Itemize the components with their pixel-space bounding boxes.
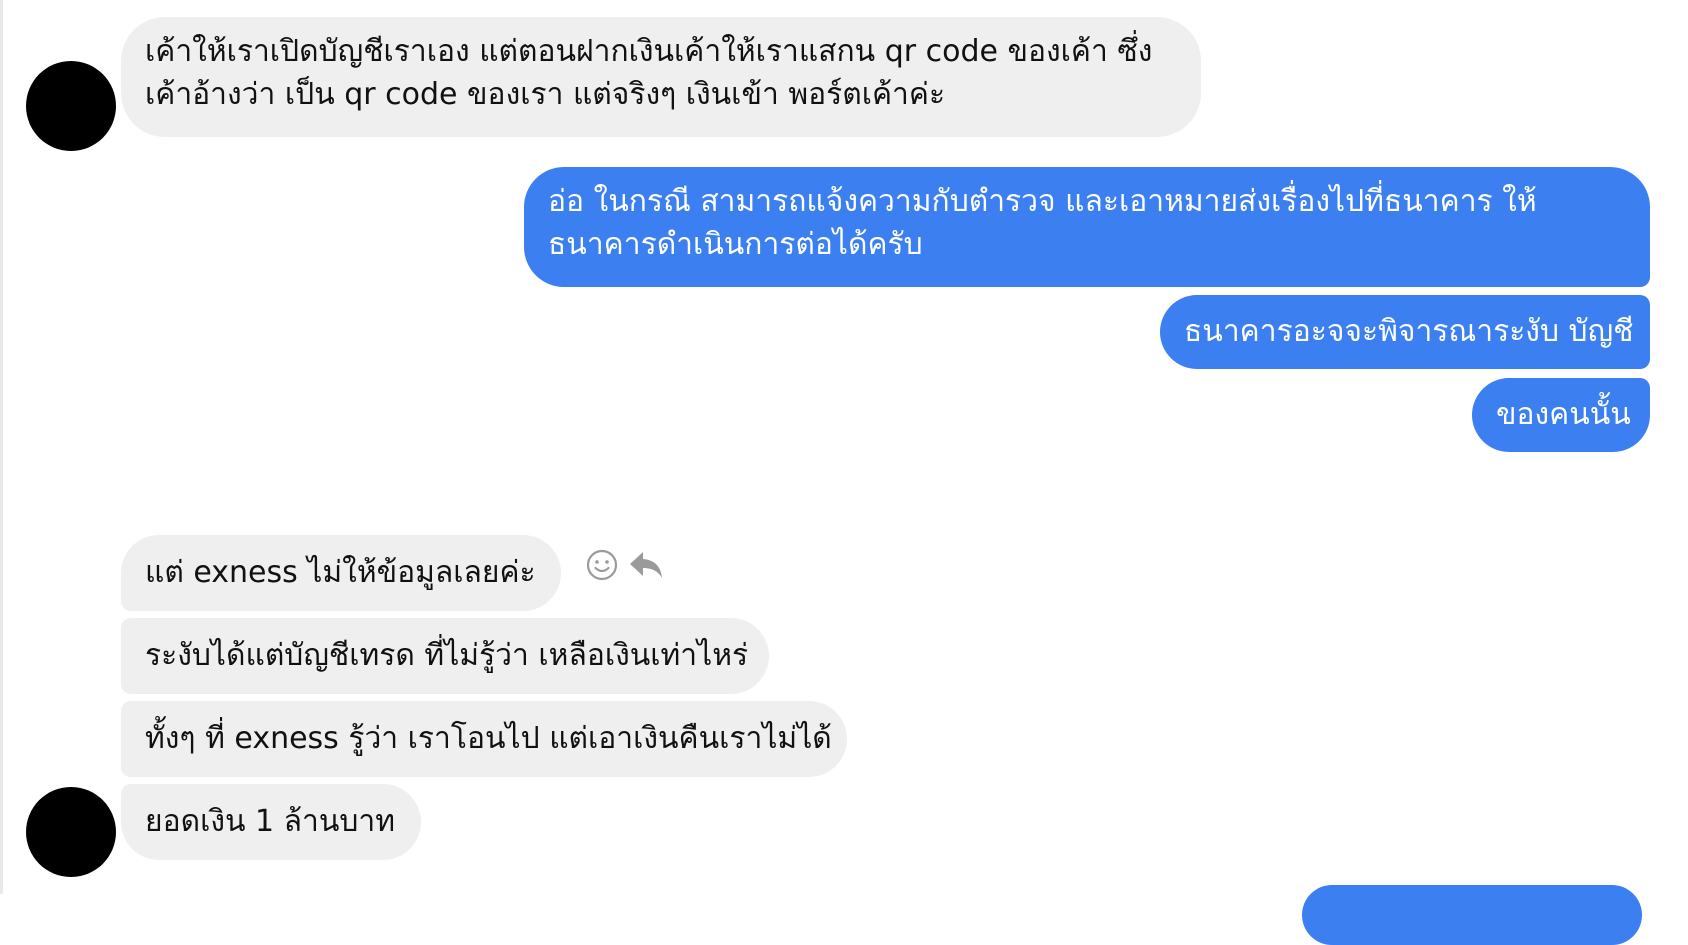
message-line: ยอดเงิน 1 ล้านบาท [145,804,396,839]
message-bubble-incoming[interactable]: แต่ exness ไม่ให้ข้อมูลเลยค่ะ [121,535,561,611]
message-line: ระงับได้แต่บัญชีเทรด ที่ไม่รู้ว่า เหลือเ… [145,638,749,673]
window-edge [0,0,3,894]
message-line: ทั้งๆ ที่ exness รู้ว่า เราโอนไป แต่เอาเ… [145,721,832,756]
message-bubble-incoming[interactable]: ระงับได้แต่บัญชีเทรด ที่ไม่รู้ว่า เหลือเ… [121,618,769,694]
message-bubble-incoming[interactable]: ทั้งๆ ที่ exness รู้ว่า เราโอนไป แต่เอาเ… [121,701,847,777]
message-line: ของคนนั้น [1496,397,1631,432]
avatar[interactable] [26,787,116,877]
message-bubble-incoming[interactable]: เค้าให้เราเปิดบัญชีเราเอง แต่ตอนฝากเงินเ… [121,17,1201,137]
reply-icon[interactable] [626,545,666,585]
message-line: อ่อ ในกรณี สามารถแจ้งความกับตำรวจ และเอา… [548,184,1537,219]
smiley-icon[interactable] [582,545,622,585]
message-line: ธนาคารดำเนินการต่อได้ครับ [548,227,923,262]
avatar[interactable] [26,61,116,151]
message-bubble-outgoing[interactable]: ของคนนั้น [1472,378,1650,452]
message-line: เค้าให้เราเปิดบัญชีเราเอง แต่ตอนฝากเงินเ… [145,34,1153,69]
message-line: ธนาคารอะจจะพิจารณาระงับ บัญชี [1184,314,1634,349]
message-bubble-incoming[interactable]: ยอดเงิน 1 ล้านบาท [121,784,421,860]
message-line: แต่ exness ไม่ให้ข้อมูลเลยค่ะ [145,555,536,590]
message-bubble-outgoing[interactable]: อ่อ ในกรณี สามารถแจ้งความกับตำรวจ และเอา… [524,167,1650,287]
message-bubble-outgoing-partial[interactable] [1302,885,1642,945]
message-bubble-outgoing[interactable]: ธนาคารอะจจะพิจารณาระงับ บัญชี [1160,295,1650,369]
message-line: เค้าอ้างว่า เป็น qr code ของเรา แต่จริงๆ… [145,77,946,112]
